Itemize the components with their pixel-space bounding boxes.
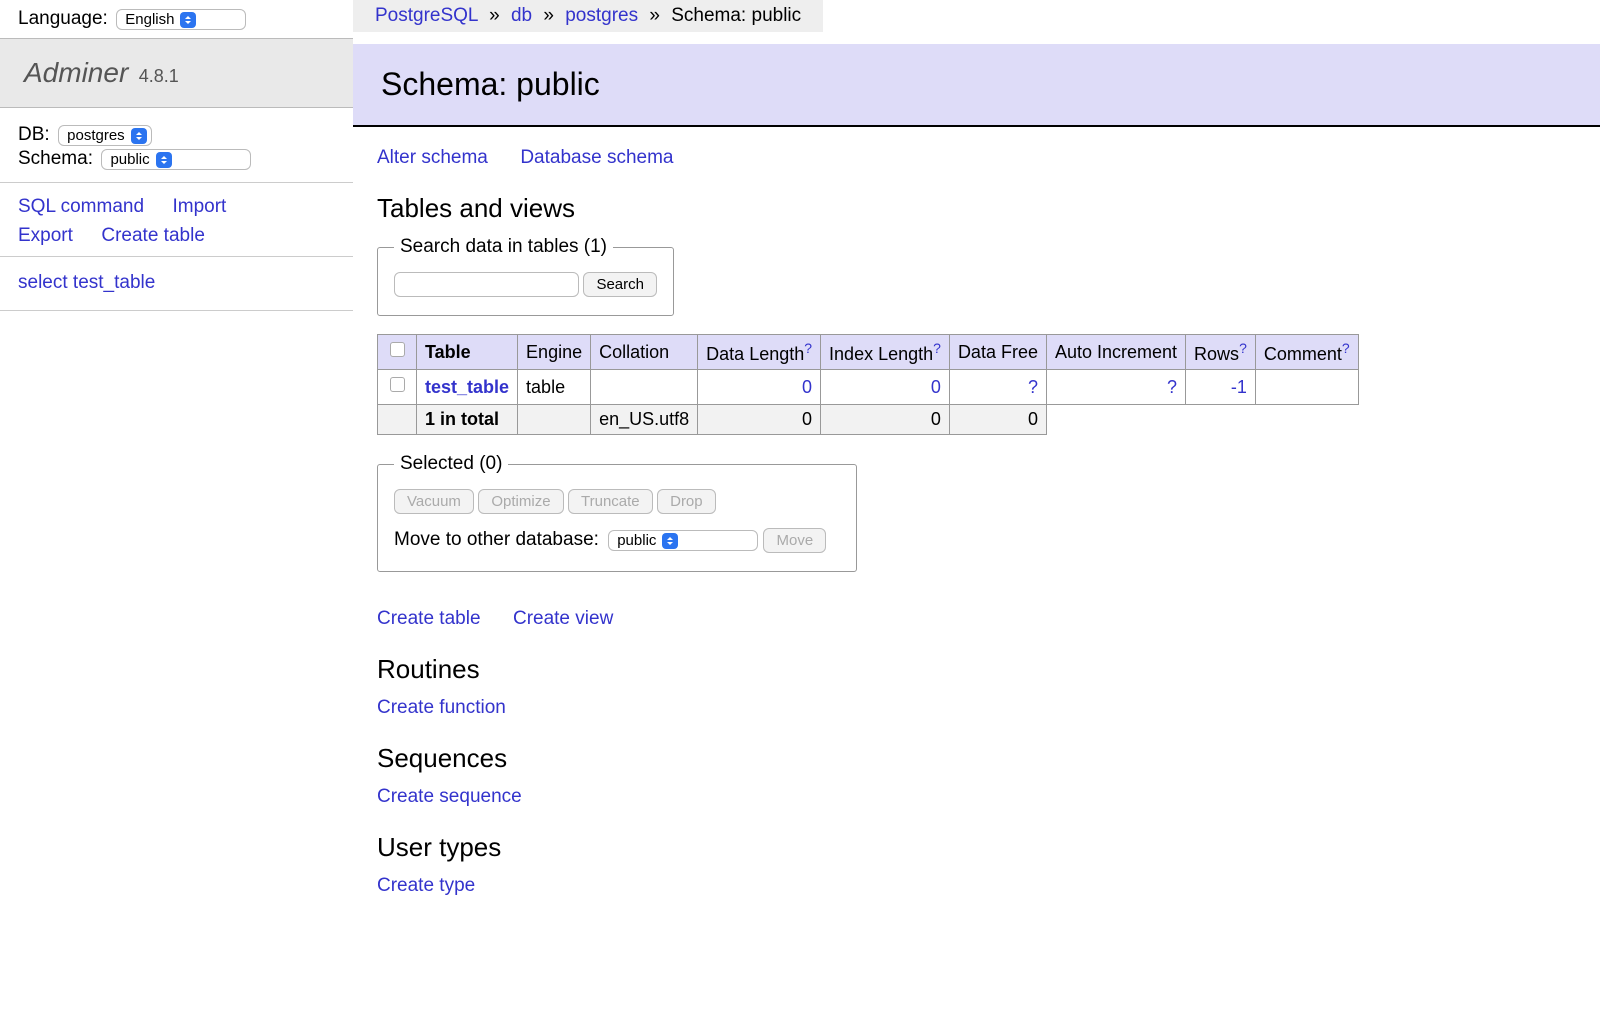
app-version: 4.8.1 <box>139 66 179 86</box>
sequences-heading: Sequences <box>377 743 1576 774</box>
chevron-updown-icon <box>662 533 678 549</box>
table-row: test_table table 0 0 ? ? -1 <box>378 370 1359 405</box>
cell-rows[interactable]: -1 <box>1231 377 1247 397</box>
table-footer: 1 in total en_US.utf8 0 0 0 <box>378 405 1359 435</box>
tables-heading: Tables and views <box>377 193 1576 224</box>
vacuum-button[interactable]: Vacuum <box>394 489 474 514</box>
move-button[interactable]: Move <box>763 528 826 553</box>
language-select[interactable]: English <box>116 9 246 30</box>
page-title: Schema: public <box>381 66 1572 103</box>
breadcrumb-db-value[interactable]: postgres <box>565 5 638 26</box>
sidebar: Language: English Adminer 4.8.1 DB: post… <box>0 0 353 917</box>
chevron-updown-icon <box>156 152 172 168</box>
database-schema-link[interactable]: Database schema <box>520 147 673 168</box>
cell-data-length[interactable]: 0 <box>802 377 812 397</box>
export-link[interactable]: Export <box>18 222 73 251</box>
schema-label: Schema: <box>18 148 93 169</box>
footer-data-free: 0 <box>949 405 1046 435</box>
routines-heading: Routines <box>377 654 1576 685</box>
app-name: Adminer <box>24 57 128 88</box>
page-title-bar: Schema: public <box>353 44 1600 127</box>
col-engine: Engine <box>518 335 591 370</box>
search-legend: Search data in tables (1) <box>394 236 613 258</box>
cell-auto-increment[interactable]: ? <box>1167 377 1177 397</box>
cell-data-free[interactable]: ? <box>1028 377 1038 397</box>
tables-table: Table Engine Collation Data Length? Inde… <box>377 334 1359 435</box>
cell-engine: table <box>518 370 591 405</box>
selected-fieldset: Selected (0) Vacuum Optimize Truncate Dr… <box>377 453 857 572</box>
breadcrumb-server[interactable]: PostgreSQL <box>375 5 478 26</box>
cell-index-length[interactable]: 0 <box>931 377 941 397</box>
select-table-link[interactable]: select test_table <box>18 269 155 298</box>
help-icon[interactable]: ? <box>1239 340 1247 356</box>
drop-button[interactable]: Drop <box>657 489 716 514</box>
breadcrumb: PostgreSQL » db » postgres » Schema: pub… <box>353 0 823 32</box>
create-view-link[interactable]: Create view <box>513 608 613 629</box>
sidebar-actions: SQL command Import Export Create table <box>0 183 353 257</box>
help-icon[interactable]: ? <box>933 340 941 356</box>
move-label: Move to other database: <box>394 529 599 550</box>
table-name-link[interactable]: test_table <box>425 377 509 397</box>
create-function-link[interactable]: Create function <box>377 697 506 718</box>
optimize-button[interactable]: Optimize <box>478 489 563 514</box>
col-index-length: Index Length? <box>821 335 950 370</box>
create-table-link[interactable]: Create table <box>101 222 205 251</box>
truncate-button[interactable]: Truncate <box>568 489 653 514</box>
cell-comment <box>1255 370 1358 405</box>
help-icon[interactable]: ? <box>1342 340 1350 356</box>
main: PostgreSQL » db » postgres » Schema: pub… <box>353 0 1600 917</box>
col-collation: Collation <box>591 335 698 370</box>
breadcrumb-db-label[interactable]: db <box>511 5 532 26</box>
chevron-updown-icon <box>131 128 147 144</box>
selected-legend: Selected (0) <box>394 453 508 475</box>
col-rows: Rows? <box>1186 335 1256 370</box>
user-types-heading: User types <box>377 832 1576 863</box>
chevron-updown-icon <box>180 12 196 28</box>
help-icon[interactable]: ? <box>804 340 812 356</box>
db-select[interactable]: postgres <box>58 125 152 146</box>
schema-select[interactable]: public <box>101 149 251 170</box>
col-table: Table <box>417 335 518 370</box>
breadcrumb-schema: Schema: public <box>671 5 801 26</box>
import-link[interactable]: Import <box>172 193 226 222</box>
footer-data-length: 0 <box>698 405 821 435</box>
col-data-length: Data Length? <box>698 335 821 370</box>
schema-actions: Alter schema Database schema <box>377 147 1576 169</box>
footer-total: 1 in total <box>417 405 518 435</box>
create-type-link[interactable]: Create type <box>377 875 475 896</box>
db-schema-block: DB: postgres Schema: public <box>0 108 353 183</box>
col-auto-increment: Auto Increment <box>1046 335 1185 370</box>
language-row: Language: English <box>0 0 353 38</box>
logo-block: Adminer 4.8.1 <box>0 38 353 108</box>
move-target-select[interactable]: public <box>608 530 758 551</box>
cell-collation <box>591 370 698 405</box>
row-checkbox[interactable] <box>390 377 405 392</box>
col-data-free: Data Free <box>949 335 1046 370</box>
create-table-link-main[interactable]: Create table <box>377 608 481 629</box>
db-label: DB: <box>18 124 50 145</box>
footer-collation: en_US.utf8 <box>591 405 698 435</box>
search-fieldset: Search data in tables (1) Search <box>377 236 674 316</box>
alter-schema-link[interactable]: Alter schema <box>377 147 488 168</box>
footer-index-length: 0 <box>821 405 950 435</box>
tables-list: select test_table <box>0 257 353 311</box>
check-all[interactable] <box>390 342 405 357</box>
search-input[interactable] <box>394 272 579 297</box>
sql-command-link[interactable]: SQL command <box>18 193 144 222</box>
search-button[interactable]: Search <box>583 272 657 297</box>
col-comment: Comment? <box>1255 335 1358 370</box>
create-sequence-link[interactable]: Create sequence <box>377 786 522 807</box>
language-label: Language: <box>18 8 108 29</box>
